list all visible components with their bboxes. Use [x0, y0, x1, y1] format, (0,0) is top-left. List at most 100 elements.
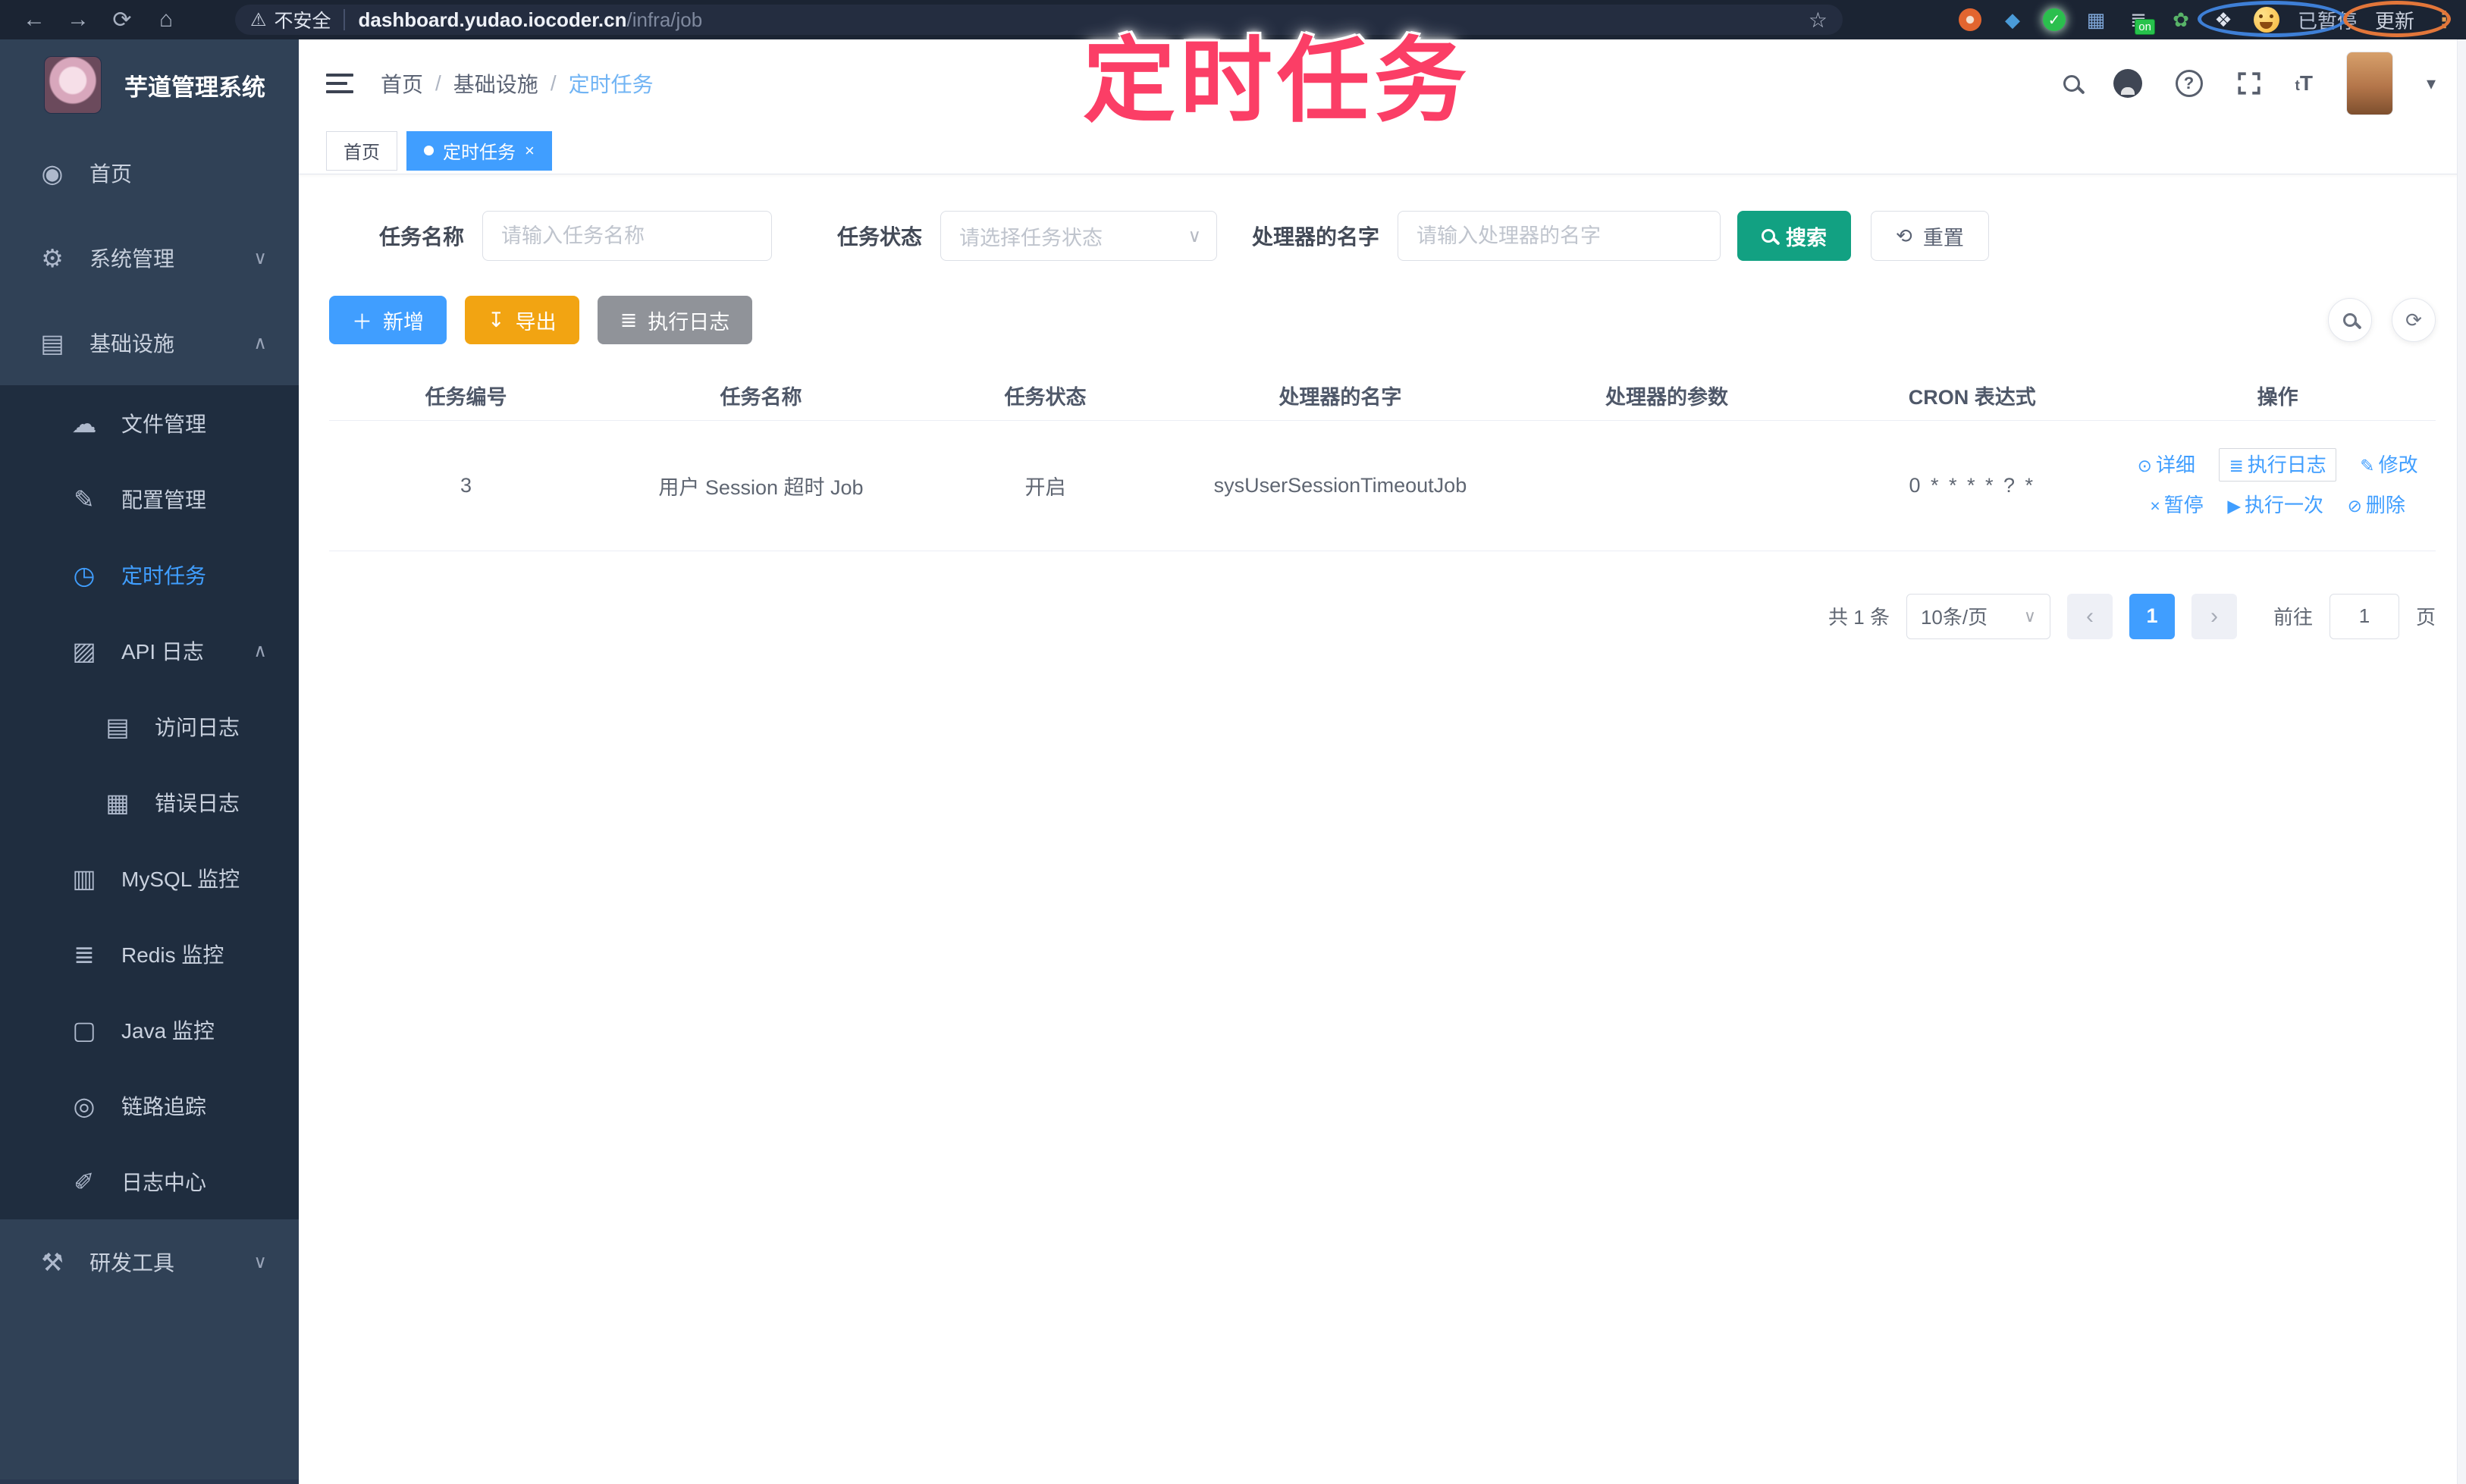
chevron-up-icon: ∧	[253, 640, 267, 661]
extension-blue-icon[interactable]: ◆	[2000, 8, 2025, 32]
navbar-actions: ? tT ▾	[2063, 52, 2436, 115]
help-icon[interactable]: ?	[2175, 70, 2203, 97]
execution-log-button[interactable]: ≣ 执行日志	[597, 296, 753, 344]
browser-back-icon[interactable]: ←	[12, 7, 56, 33]
user-avatar[interactable]	[2345, 52, 2393, 115]
extension-check-icon[interactable]: ✓	[2042, 8, 2066, 31]
task-status-select[interactable]: 请选择任务状态 ∨	[940, 211, 1218, 261]
sidebar-item-devtools[interactable]: ⚒ 研发工具 ∨	[0, 1219, 299, 1304]
handler-name-input[interactable]	[1398, 211, 1721, 261]
run-once-link-label: 执行一次	[2245, 494, 2324, 516]
refresh-button[interactable]: ⟳	[2392, 298, 2436, 342]
close-tab-icon[interactable]: ×	[525, 141, 535, 161]
page-scrollbar[interactable]	[2457, 39, 2466, 1484]
handler-text: sysUserSessionTimeoutJob	[1213, 474, 1467, 497]
sidebar-item-label: 日志中心	[121, 1171, 207, 1194]
delete-link[interactable]: ⊘ 删除	[2348, 494, 2405, 516]
extension-list-icon[interactable]: ≣on	[2126, 8, 2155, 35]
pencil-icon: ✎	[2360, 456, 2375, 475]
goto-page-input[interactable]	[2329, 593, 2399, 639]
col-handler-name: 处理器的名字	[1172, 372, 1509, 421]
sidebar-item-scheduled-tasks[interactable]: ◷ 定时任务	[0, 537, 299, 613]
sidebar-item-access-log[interactable]: ▤ 访问日志	[0, 689, 299, 764]
current-page-button[interactable]: 1	[2129, 593, 2175, 639]
select-placeholder: 请选择任务状态	[959, 226, 1103, 249]
row-execution-log-link[interactable]: ≣ 执行日志	[2219, 448, 2336, 482]
avatar-caret-icon[interactable]: ▾	[2427, 73, 2436, 95]
breadcrumb-separator: /	[550, 71, 557, 95]
sidebar-item-redis-monitor[interactable]: ≣ Redis 监控	[0, 916, 299, 992]
browser-home-icon[interactable]: ⌂	[144, 7, 188, 33]
export-button-label: 导出	[515, 310, 557, 334]
sidebar: 芋道管理系统 ◉ 首页 ⚙ 系统管理 ∨ ▤ 基础设施 ∧ ☁ 文件管理 ✎ 配…	[0, 39, 299, 1484]
fullscreen-icon[interactable]	[2236, 71, 2262, 96]
sidebar-item-mysql-monitor[interactable]: ▥ MySQL 监控	[0, 840, 299, 916]
text-size-icon[interactable]: tT	[2295, 71, 2313, 96]
tab-home[interactable]: 首页	[326, 130, 397, 171]
sidebar-item-label: 系统管理	[89, 247, 175, 271]
extensions-puzzle-icon[interactable]: ❖	[2211, 8, 2235, 32]
breadcrumb-home[interactable]: 首页	[381, 68, 423, 99]
sidebar-item-home[interactable]: ◉ 首页	[0, 130, 299, 215]
app-logo-row[interactable]: 芋道管理系统	[0, 39, 299, 130]
browser-reload-icon[interactable]: ⟳	[100, 7, 144, 33]
sidebar-item-config-manage[interactable]: ✎ 配置管理	[0, 461, 299, 537]
play-icon: ▶	[2227, 496, 2242, 516]
collapse-sidebar-icon[interactable]	[326, 68, 353, 99]
ssl-warning-icon[interactable]: ⚠	[250, 9, 267, 31]
reset-button[interactable]: ⟲ 重置	[1871, 211, 1989, 261]
sidebar-item-error-log[interactable]: ▦ 错误日志	[0, 764, 299, 840]
sidebar-item-infra[interactable]: ▤ 基础设施 ∧	[0, 300, 299, 385]
sidebar-item-label: 文件管理	[121, 413, 207, 436]
prev-page-button[interactable]: ‹	[2066, 593, 2113, 639]
chevron-down-icon: ∨	[2023, 606, 2036, 626]
page-size-select[interactable]: 10条/页 ∨	[1906, 593, 2050, 639]
export-button[interactable]: ↧ 导出	[465, 296, 579, 344]
add-button-label: 新增	[383, 310, 424, 334]
address-bar[interactable]: ⚠ 不安全 dashboard.yudao.iocoder.cn /infra/…	[235, 5, 1843, 35]
browser-forward-icon[interactable]: →	[56, 7, 100, 33]
search-icon[interactable]	[2063, 75, 2080, 92]
pagination: 共 1 条 10条/页 ∨ ‹ 1 › 前往 页	[329, 593, 2436, 639]
extension-orange-icon[interactable]	[1958, 8, 1981, 31]
detail-link[interactable]: ⊙ 详细	[2138, 453, 2195, 476]
eye-icon: ⊙	[2137, 456, 2152, 475]
pause-link[interactable]: × 暂停	[2150, 494, 2203, 516]
col-task-id: 任务编号	[329, 372, 604, 421]
sidebar-item-trace[interactable]: ◎ 链路追踪	[0, 1068, 299, 1144]
cell-handler-param	[1508, 420, 1825, 551]
sidebar-item-file-manage[interactable]: ☁ 文件管理	[0, 385, 299, 461]
breadcrumb-separator: /	[435, 71, 441, 95]
run-once-link[interactable]: ▶ 执行一次	[2227, 494, 2323, 516]
edit-link[interactable]: ✎ 修改	[2360, 453, 2417, 476]
browser-menu-icon[interactable]: ⋮	[2433, 7, 2455, 33]
bookmark-star-icon[interactable]: ☆	[1809, 8, 1828, 33]
update-button[interactable]: 更新	[2375, 6, 2414, 34]
total-count: 共 1 条	[1828, 606, 1890, 629]
sidebar-item-log-center[interactable]: ✐ 日志中心	[0, 1144, 299, 1219]
github-icon[interactable]	[2113, 69, 2142, 98]
chevron-down-icon: ∨	[253, 247, 267, 268]
sidebar-item-api-log[interactable]: ▨ API 日志 ∧	[0, 613, 299, 689]
toggle-search-button[interactable]	[2328, 298, 2372, 342]
next-page-button[interactable]: ›	[2191, 593, 2237, 639]
profile-emoji-avatar[interactable]	[2253, 7, 2279, 33]
extension-leaf-icon[interactable]: ✿	[2169, 8, 2193, 32]
sidebar-item-system[interactable]: ⚙ 系统管理 ∨	[0, 215, 299, 300]
cell-cron: 0 * * * * ? *	[1824, 420, 2120, 551]
handler-name-label: 处理器的名字	[1252, 225, 1380, 249]
col-cron: CRON 表达式	[1824, 372, 2120, 421]
extension-grid-icon[interactable]: ▦	[2084, 8, 2108, 32]
chevron-down-icon: ∨	[1188, 225, 1202, 246]
sidebar-item-label: Java 监控	[121, 1019, 215, 1043]
search-button[interactable]: 搜索	[1737, 211, 1852, 261]
database-icon: ▥	[72, 864, 96, 893]
sidebar-item-java-monitor[interactable]: ▢ Java 监控	[0, 992, 299, 1068]
breadcrumb-infra[interactable]: 基础设施	[453, 68, 538, 99]
omnibox-divider	[343, 9, 345, 30]
sidebar-item-label: 链路追踪	[121, 1095, 207, 1118]
tab-scheduled-tasks[interactable]: 定时任务 ×	[406, 130, 552, 171]
task-name-input[interactable]	[482, 211, 773, 261]
add-button[interactable]: ＋ 新增	[329, 296, 447, 344]
cell-task-id: 3	[329, 420, 604, 551]
